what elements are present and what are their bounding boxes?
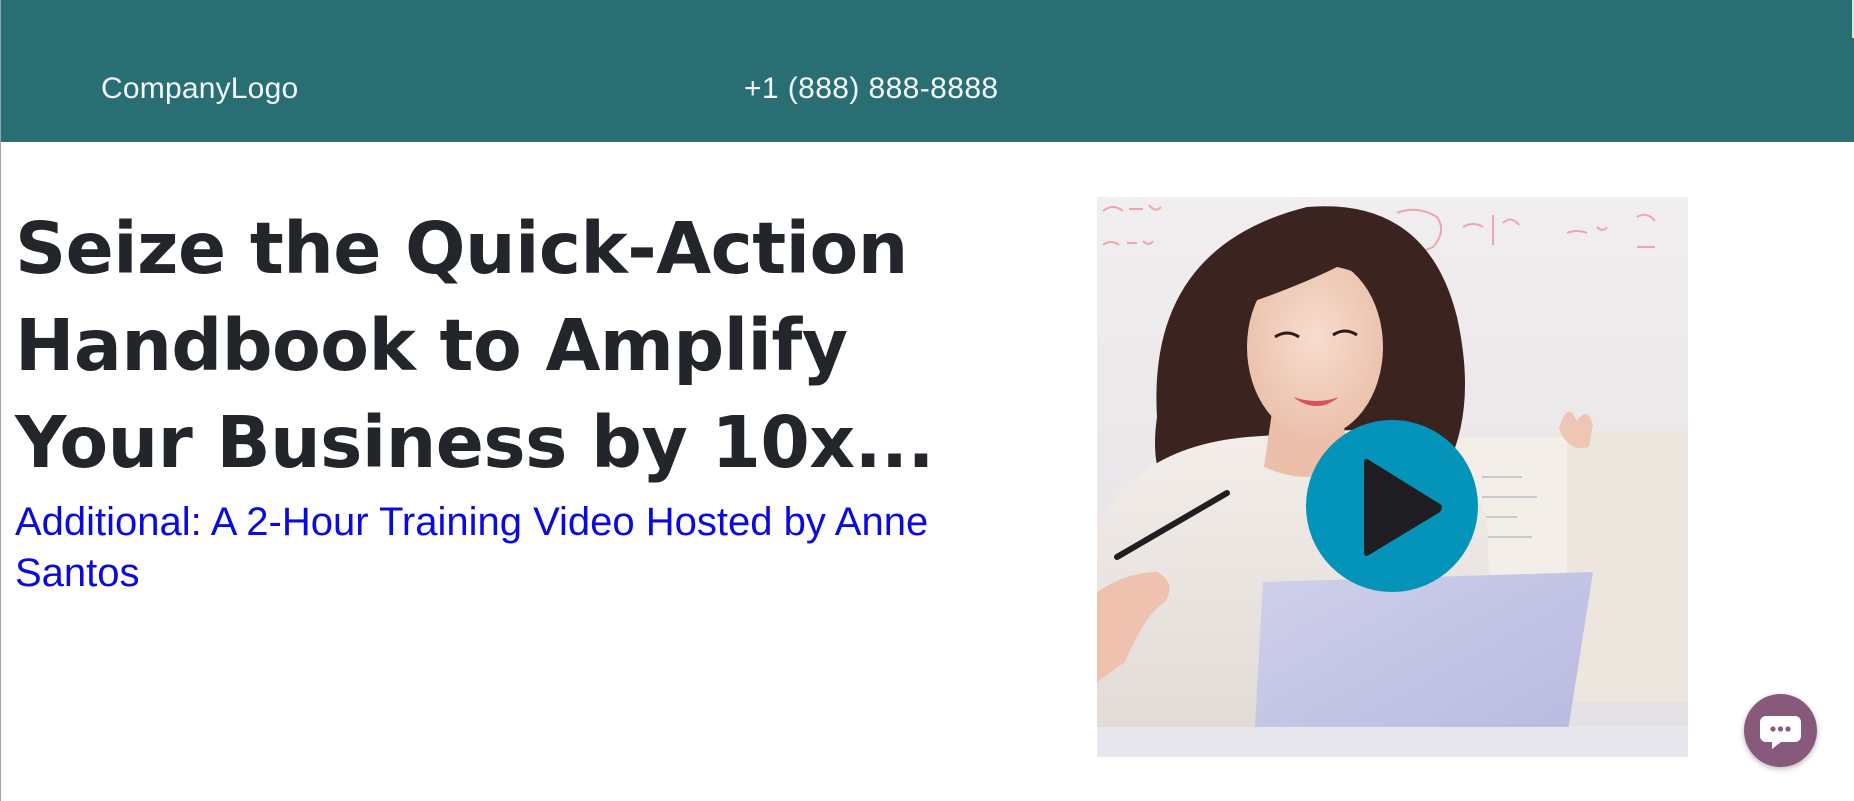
company-logo[interactable]: CompanyLogo xyxy=(101,72,298,106)
phone-number[interactable]: +1 (888) 888-8888 xyxy=(744,72,999,106)
play-button[interactable] xyxy=(1306,420,1478,592)
landing-page: CompanyLogo +1 (888) 888-8888 Seize the … xyxy=(0,0,1854,801)
hero-headline: Seize the Quick-Action Handbook to Ampli… xyxy=(15,207,935,484)
chat-widget-button[interactable] xyxy=(1744,694,1817,767)
play-icon xyxy=(1364,458,1442,556)
site-header: CompanyLogo +1 (888) 888-8888 xyxy=(1,0,1854,142)
chat-bubble-icon xyxy=(1760,716,1801,749)
training-video-link[interactable]: Additional: A 2-Hour Training Video Host… xyxy=(15,497,1015,599)
